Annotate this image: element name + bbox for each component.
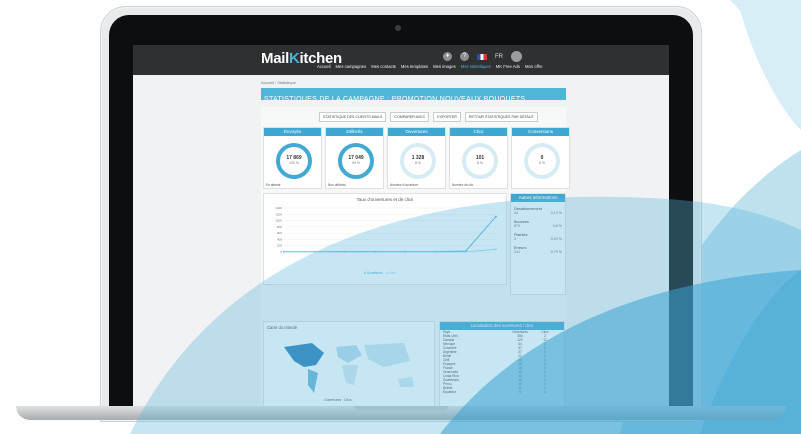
bell-icon[interactable]: ♦ [443,52,452,61]
y-tick-label: 1000 [275,219,282,223]
donut-chart: 1 328 8 % [400,143,436,179]
data-point[interactable] [283,251,285,253]
laptop-notch [354,406,448,411]
data-point[interactable] [495,248,497,251]
legend-item[interactable]: ● Ouvertures [364,271,383,275]
info-row: Erreurs 141 0,79 % [514,246,562,254]
nav-item-accueil[interactable]: Accueil [317,64,331,69]
nav-item-images[interactable]: Mes images [433,64,456,69]
stat-subline: Nombre d'ouverture [390,183,419,187]
breadcrumb[interactable]: Accueil / Statistique [261,80,296,85]
client-stats-button[interactable]: STATISTIQUE DES CLIENTS MAILS [319,112,387,122]
legend-item[interactable]: ● Clics [386,271,396,275]
nav-item-templates[interactable]: Mes templates [401,64,428,69]
location-title: Localisation des ouvertures / clics [440,322,564,330]
data-point[interactable] [343,251,346,253]
y-tick-label: 400 [277,237,282,241]
main-nav: Accueil Mes campagnes Mes contacts Mes t… [317,64,543,69]
nav-item-contacts[interactable]: Mes contacts [371,64,396,69]
stat-subline: En attente [266,183,281,187]
data-point[interactable] [404,251,407,253]
stat-cards: Envoyés 17 869 100 % En attente Délivrés … [263,127,570,189]
donut-chart: 17 869 100 % [276,143,312,179]
stat-card-title: Clics [450,128,507,136]
info-row: Plaintes 3 0,02 % [514,233,562,241]
laptop-base [16,406,786,420]
compare-button[interactable]: COMPARER AVEC [390,112,430,122]
info-row: Désabonnement 24 0,13 % [514,207,562,215]
nav-item-statistiques[interactable]: Mes statistiques [461,64,491,69]
donut-chart: 17 049 99 % [338,143,374,179]
table-row: Équateur 5 1 [443,390,546,394]
series-line-0 [283,216,497,253]
chart-panel: Taux d'ouvertures et de clics 1400 1200 10… [263,193,507,285]
info-row: Bounces 670 3,8 % [514,220,562,228]
stat-card-clics: Clics 101 8 % Nombre de clic [449,127,508,189]
language-selector[interactable]: FR [495,54,503,60]
donut-chart: 101 8 % [462,143,498,179]
stat-card-title: Conversions [512,128,569,136]
data-point[interactable] [434,251,437,253]
laptop-frame: MailKitchen ♦ ? FR Accueil Mes campagnes… [100,6,702,422]
donut-chart: 00 % [524,143,560,179]
data-point[interactable] [313,251,316,253]
action-bar: STATISTIQUE DES CLIENTS MAILS COMPARER A… [319,112,538,122]
y-tick-label: 800 [277,225,282,229]
app-screen: MailKitchen ♦ ? FR Accueil Mes campagnes… [133,45,669,417]
page-title: STATISTIQUES DE LA CAMPAGNE : PROMOTION … [264,96,526,103]
nav-item-free-ads[interactable]: MK Free Ads [496,64,520,69]
webcam-icon [395,25,401,31]
stat-card-title: Ouvertures [388,128,445,136]
top-navbar: MailKitchen ♦ ? FR Accueil Mes campagnes… [133,45,669,75]
screen-bezel: MailKitchen ♦ ? FR Accueil Mes campagnes… [109,15,693,417]
page-title-bar: STATISTIQUES DE LA CAMPAGNE : PROMOTION … [261,88,566,103]
y-tick-label: 200 [277,244,282,248]
reset-stats-button[interactable]: RETOUR STATISTIQUES PAR DÉFAUT [464,112,538,122]
data-point[interactable] [464,250,467,253]
flag-icon[interactable] [477,53,487,60]
y-tick-label: 600 [277,231,282,235]
nav-item-campagnes[interactable]: Mes campagnes [336,64,367,69]
nav-item-offre[interactable]: Mon offre [525,64,543,69]
world-map-panel: Carte du monde Ouvertures Clics [263,321,435,409]
export-button[interactable]: EXPORTER [433,112,461,122]
data-point[interactable] [495,215,497,218]
y-tick-label: 0 [280,250,282,254]
stat-card-ouvertures: Ouvertures 1 328 8 % Nombre d'ouverture [387,127,446,189]
stat-card-envoyes: Envoyés 17 869 100 % En attente [263,127,322,189]
stat-card-title: Délivrés [326,128,383,136]
info-title: Autres informations [511,194,565,202]
y-tick-label: 1400 [275,206,282,210]
y-tick-label: 1200 [275,212,282,216]
stat-card-conversions: Conversions 00 % [511,127,570,189]
map-title: Carte du monde [267,325,298,330]
help-icon[interactable]: ? [460,52,469,61]
map-legend-clics: Clics [344,398,352,402]
stat-subline: Non délivrés [328,183,346,187]
stat-card-delivres: Délivrés 17 049 99 % Non délivrés [325,127,384,189]
data-point[interactable] [373,251,376,253]
stat-subline: Nombre de clic [452,183,474,187]
location-table-panel: Localisation des ouvertures / clics Pays… [439,321,565,409]
world-map[interactable]: Ouvertures Clics [264,333,432,403]
other-info-panel: Autres informations Désabonnement 24 0,13 … [510,193,566,295]
line-chart: 1400 1200 1000 800 600 400 200 0 ● Ouvertures ● C… [275,206,497,275]
map-legend-ouvertures: Ouvertures [324,398,342,402]
avatar[interactable] [511,51,522,62]
stats-panel: STATISTIQUE DES CLIENTS MAILS COMPARER A… [261,107,570,409]
stat-card-title: Envoyés [264,128,321,136]
